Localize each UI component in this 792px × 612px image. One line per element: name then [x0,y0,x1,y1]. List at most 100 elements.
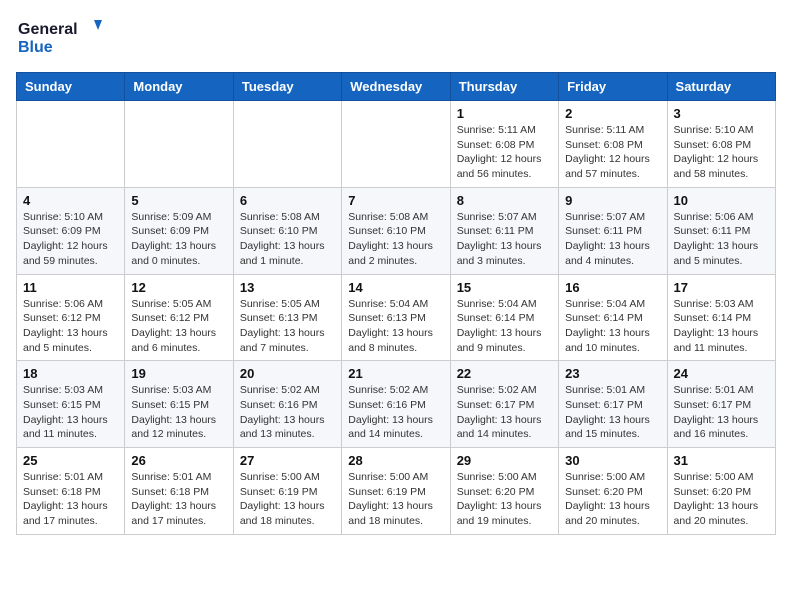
day-number: 8 [457,193,552,208]
calendar-cell: 9 Sunrise: 5:07 AM Sunset: 6:11 PM Daylig… [559,187,667,274]
calendar-cell: 27 Sunrise: 5:00 AM Sunset: 6:19 PM Dayli… [233,448,341,535]
calendar-table: SundayMondayTuesdayWednesdayThursdayFrid… [16,72,776,535]
day-info: Sunrise: 5:03 AM Sunset: 6:15 PM Dayligh… [131,383,226,442]
col-header-sunday: Sunday [17,73,125,101]
day-info: Sunrise: 5:01 AM Sunset: 6:17 PM Dayligh… [565,383,660,442]
day-info: Sunrise: 5:11 AM Sunset: 6:08 PM Dayligh… [565,123,660,182]
svg-text:General: General [18,21,78,38]
day-number: 5 [131,193,226,208]
day-number: 6 [240,193,335,208]
calendar-cell: 10 Sunrise: 5:06 AM Sunset: 6:11 PM Dayli… [667,187,775,274]
day-number: 23 [565,366,660,381]
day-info: Sunrise: 5:11 AM Sunset: 6:08 PM Dayligh… [457,123,552,182]
day-info: Sunrise: 5:01 AM Sunset: 6:18 PM Dayligh… [131,470,226,529]
calendar-cell: 8Sunrise: 5:07 AM Sunset: 6:11 PM Daylig… [450,187,558,274]
day-info: Sunrise: 5:10 AM Sunset: 6:08 PM Dayligh… [674,123,769,182]
day-info: Sunrise: 5:10 AM Sunset: 6:09 PM Dayligh… [23,210,118,269]
calendar-cell [17,101,125,188]
day-info: Sunrise: 5:09 AM Sunset: 6:09 PM Dayligh… [131,210,226,269]
day-number: 22 [457,366,552,381]
day-number: 19 [131,366,226,381]
calendar-cell: 29 Sunrise: 5:00 AM Sunset: 6:20 PM Dayli… [450,448,558,535]
day-info: Sunrise: 5:00 AM Sunset: 6:20 PM Dayligh… [457,470,552,529]
day-number: 14 [348,280,443,295]
day-number: 28 [348,453,443,468]
calendar-cell: 23 Sunrise: 5:01 AM Sunset: 6:17 PM Dayli… [559,361,667,448]
day-info: Sunrise: 5:04 AM Sunset: 6:13 PM Dayligh… [348,297,443,356]
day-info: Sunrise: 5:01 AM Sunset: 6:17 PM Dayligh… [674,383,769,442]
calendar-cell: 12 Sunrise: 5:05 AM Sunset: 6:12 PM Dayli… [125,274,233,361]
svg-text:Blue: Blue [18,39,53,56]
calendar-cell: 22 Sunrise: 5:02 AM Sunset: 6:17 PM Dayli… [450,361,558,448]
calendar-cell: 24 Sunrise: 5:01 AM Sunset: 6:17 PM Dayli… [667,361,775,448]
day-info: Sunrise: 5:06 AM Sunset: 6:11 PM Dayligh… [674,210,769,269]
day-number: 16 [565,280,660,295]
calendar-cell: 26Sunrise: 5:01 AM Sunset: 6:18 PM Dayli… [125,448,233,535]
calendar-cell: 7 Sunrise: 5:08 AM Sunset: 6:10 PM Daylig… [342,187,450,274]
day-number: 11 [23,280,118,295]
day-number: 24 [674,366,769,381]
calendar-cell: 17 Sunrise: 5:03 AM Sunset: 6:14 PM Dayli… [667,274,775,361]
calendar-cell [125,101,233,188]
day-number: 18 [23,366,118,381]
calendar-week-1: 1 Sunrise: 5:11 AM Sunset: 6:08 PM Daylig… [17,101,776,188]
calendar-cell: 15 Sunrise: 5:04 AM Sunset: 6:14 PM Dayli… [450,274,558,361]
calendar-cell: 5 Sunrise: 5:09 AM Sunset: 6:09 PM Daylig… [125,187,233,274]
calendar-cell: 28 Sunrise: 5:00 AM Sunset: 6:19 PM Dayli… [342,448,450,535]
calendar-cell: 16 Sunrise: 5:04 AM Sunset: 6:14 PM Dayli… [559,274,667,361]
day-number: 29 [457,453,552,468]
day-info: Sunrise: 5:04 AM Sunset: 6:14 PM Dayligh… [565,297,660,356]
day-number: 27 [240,453,335,468]
calendar-cell: 19 Sunrise: 5:03 AM Sunset: 6:15 PM Dayli… [125,361,233,448]
day-number: 1 [457,106,552,121]
calendar-cell: 6 Sunrise: 5:08 AM Sunset: 6:10 PM Daylig… [233,187,341,274]
day-info: Sunrise: 5:03 AM Sunset: 6:15 PM Dayligh… [23,383,118,442]
col-header-tuesday: Tuesday [233,73,341,101]
calendar-cell: 3 Sunrise: 5:10 AM Sunset: 6:08 PM Daylig… [667,101,775,188]
calendar-cell: 18 Sunrise: 5:03 AM Sunset: 6:15 PM Dayli… [17,361,125,448]
day-info: Sunrise: 5:02 AM Sunset: 6:16 PM Dayligh… [348,383,443,442]
calendar-cell: 13Sunrise: 5:05 AM Sunset: 6:13 PM Dayli… [233,274,341,361]
calendar-cell: 20 Sunrise: 5:02 AM Sunset: 6:16 PM Dayli… [233,361,341,448]
day-info: Sunrise: 5:00 AM Sunset: 6:19 PM Dayligh… [348,470,443,529]
logo: General Blue [16,16,106,60]
day-info: Sunrise: 5:04 AM Sunset: 6:14 PM Dayligh… [457,297,552,356]
logo-svg: General Blue [16,16,106,60]
day-info: Sunrise: 5:08 AM Sunset: 6:10 PM Dayligh… [348,210,443,269]
calendar-cell: 4 Sunrise: 5:10 AM Sunset: 6:09 PM Daylig… [17,187,125,274]
day-number: 4 [23,193,118,208]
calendar-cell: 31Sunrise: 5:00 AM Sunset: 6:20 PM Dayli… [667,448,775,535]
day-number: 13 [240,280,335,295]
calendar-week-2: 4 Sunrise: 5:10 AM Sunset: 6:09 PM Daylig… [17,187,776,274]
calendar-cell [233,101,341,188]
col-header-saturday: Saturday [667,73,775,101]
day-number: 17 [674,280,769,295]
day-number: 3 [674,106,769,121]
day-info: Sunrise: 5:05 AM Sunset: 6:12 PM Dayligh… [131,297,226,356]
day-info: Sunrise: 5:02 AM Sunset: 6:17 PM Dayligh… [457,383,552,442]
day-number: 12 [131,280,226,295]
calendar-cell: 14 Sunrise: 5:04 AM Sunset: 6:13 PM Dayli… [342,274,450,361]
day-number: 15 [457,280,552,295]
day-number: 9 [565,193,660,208]
day-info: Sunrise: 5:08 AM Sunset: 6:10 PM Dayligh… [240,210,335,269]
day-number: 7 [348,193,443,208]
day-info: Sunrise: 5:07 AM Sunset: 6:11 PM Dayligh… [565,210,660,269]
day-number: 20 [240,366,335,381]
day-info: Sunrise: 5:03 AM Sunset: 6:14 PM Dayligh… [674,297,769,356]
col-header-thursday: Thursday [450,73,558,101]
col-header-monday: Monday [125,73,233,101]
col-header-friday: Friday [559,73,667,101]
calendar-cell: 30Sunrise: 5:00 AM Sunset: 6:20 PM Dayli… [559,448,667,535]
calendar-header-row: SundayMondayTuesdayWednesdayThursdayFrid… [17,73,776,101]
col-header-wednesday: Wednesday [342,73,450,101]
day-number: 2 [565,106,660,121]
calendar-cell: 2 Sunrise: 5:11 AM Sunset: 6:08 PM Daylig… [559,101,667,188]
day-number: 10 [674,193,769,208]
day-info: Sunrise: 5:00 AM Sunset: 6:20 PM Dayligh… [674,470,769,529]
calendar-cell: 11Sunrise: 5:06 AM Sunset: 6:12 PM Dayli… [17,274,125,361]
page-header: General Blue [16,16,776,60]
calendar-week-5: 25Sunrise: 5:01 AM Sunset: 6:18 PM Dayli… [17,448,776,535]
day-info: Sunrise: 5:00 AM Sunset: 6:19 PM Dayligh… [240,470,335,529]
day-info: Sunrise: 5:02 AM Sunset: 6:16 PM Dayligh… [240,383,335,442]
